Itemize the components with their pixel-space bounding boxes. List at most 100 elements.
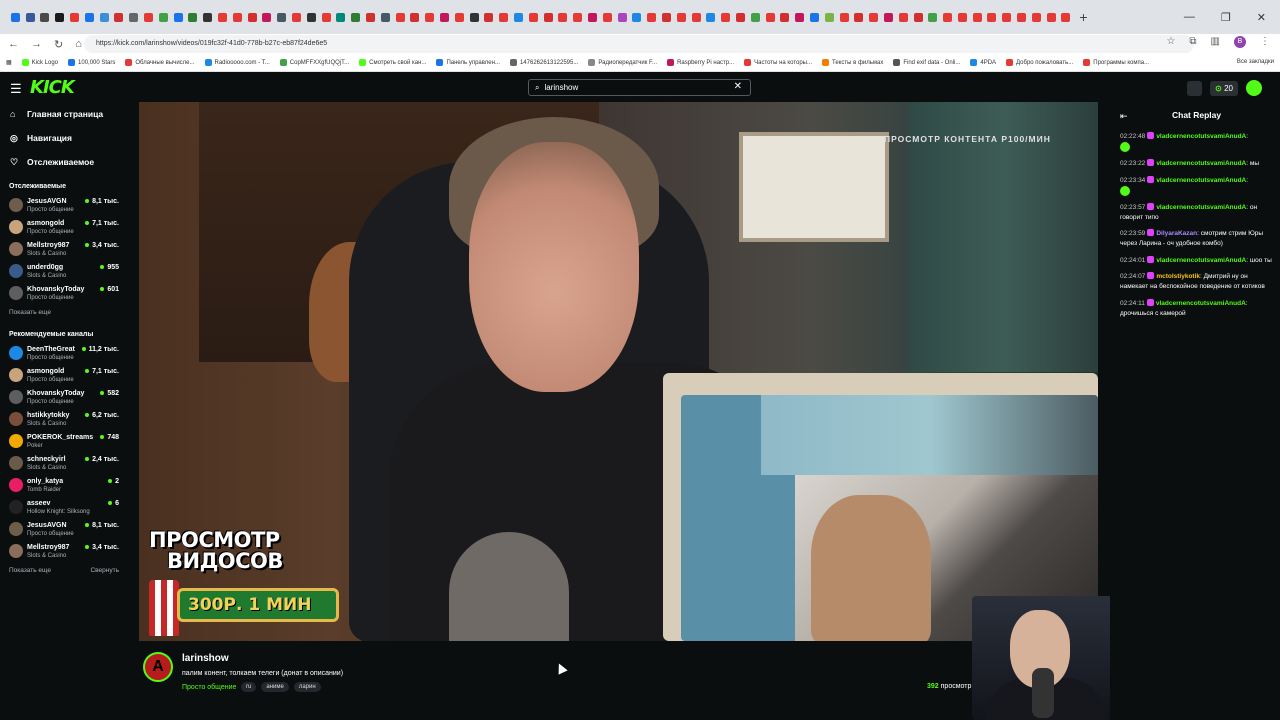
show-more-followed[interactable]: Показать еще [0,304,127,322]
browser-tab[interactable] [393,10,408,24]
browser-tab[interactable] [1044,10,1059,24]
browser-tab[interactable] [82,10,97,24]
bookmark-item[interactable]: 100,000 Stars [68,59,115,66]
browser-tab[interactable] [985,10,1000,24]
browser-tab[interactable] [718,10,733,24]
browser-tab[interactable] [200,10,215,24]
collapse-chat-icon[interactable]: ⇤ [1120,111,1128,122]
bookmark-item[interactable]: Смотреть свой кан... [359,59,426,66]
browser-tab[interactable] [437,10,452,24]
channel-item[interactable]: schneckyirl Slots & Casino 2,4 тыс. [0,452,127,474]
channel-item[interactable]: JesusAVGN Просто общение 8,1 тыс. [0,194,127,216]
browser-tab[interactable] [703,10,718,24]
browser-tab[interactable] [600,10,615,24]
browser-tab[interactable] [644,10,659,24]
channel-item[interactable]: KhovanskyToday Просто общение 601 [0,282,127,304]
chat-username[interactable]: vladcernencotutsvamiAnudA [1156,160,1246,167]
channel-item[interactable]: DeenTheGreat Просто общение 11,2 тыс. [0,342,127,364]
browser-tab[interactable] [289,10,304,24]
browser-tab[interactable] [378,10,393,24]
browser-tab[interactable] [67,10,82,24]
bookmark-item[interactable]: 1476262613122595... [509,59,578,66]
browser-tab[interactable] [215,10,230,24]
browser-tab[interactable] [555,10,570,24]
browser-tab[interactable] [304,10,319,24]
browser-tab[interactable] [570,10,585,24]
browser-tab[interactable] [999,10,1014,24]
chat-username[interactable]: vladcernencotutsvamiAnudA [1156,257,1246,264]
profile-avatar[interactable]: B [1234,36,1246,48]
browser-tab[interactable] [23,10,38,24]
channel-item[interactable]: JesusAVGN Просто общение 8,1 тыс. [0,518,127,540]
bookmark-item[interactable]: Тексты в фильмах [822,59,883,66]
bookmark-item[interactable]: Добро пожаловать... [1006,59,1073,66]
browser-tab[interactable] [1014,10,1029,24]
url-field[interactable]: https://kick.com/larinshow/videos/019fc3… [84,35,1194,53]
browser-tab[interactable] [186,10,201,24]
chat-username[interactable]: vladcernencotutsvamiAnudA [1156,177,1246,184]
browser-tab[interactable] [156,10,171,24]
browser-tab[interactable] [230,10,245,24]
browser-tab[interactable] [274,10,289,24]
sidebar-nav-item[interactable]: ♡ Отслеживаемое [10,150,127,174]
browser-tab[interactable] [615,10,630,24]
browser-tab[interactable] [112,10,127,24]
channel-item[interactable]: KhovanskyToday Просто общение 582 [0,386,127,408]
browser-tab[interactable] [334,10,349,24]
channel-item[interactable]: POKEROK_streams Poker 748 [0,430,127,452]
browser-tab[interactable] [97,10,112,24]
browser-tab[interactable] [777,10,792,24]
bookmark-item[interactable]: Radiooooo.com - T... [204,59,270,66]
browser-tab[interactable] [245,10,260,24]
browser-tab[interactable] [1029,10,1044,24]
stream-tag[interactable]: аниме [261,682,289,692]
channel-name[interactable]: larinshow [182,653,229,664]
stream-tag[interactable]: ru [241,682,257,692]
browser-tab[interactable] [851,10,866,24]
kick-logo[interactable]: KICK [30,77,75,98]
browser-tab[interactable] [763,10,778,24]
bookmark-item[interactable]: Kick Logo [21,59,58,66]
browser-tab[interactable] [363,10,378,24]
browser-tab[interactable] [748,10,763,24]
browser-tab[interactable] [896,10,911,24]
browser-tab[interactable] [541,10,556,24]
browser-tab[interactable] [629,10,644,24]
browser-tab[interactable] [452,10,467,24]
show-more-button[interactable]: Показать еще [9,567,51,574]
collapse-button[interactable]: Свернуть [90,562,119,580]
browser-tab[interactable] [674,10,689,24]
browser-tab[interactable] [659,10,674,24]
bookmark-item[interactable]: Программы компа... [1083,59,1149,66]
reload-icon[interactable]: ↻ [54,38,63,51]
bookmark-item[interactable]: CopMFFXXgfUQQjT... [279,59,349,66]
forward-icon[interactable]: → [31,38,42,51]
chat-username[interactable]: vladcernencotutsvamiAnudA [1156,204,1246,211]
browser-tab[interactable] [585,10,600,24]
stream-category[interactable]: Просто общение [182,684,236,691]
library-icon[interactable] [1187,80,1203,96]
browser-tab[interactable] [911,10,926,24]
channel-item[interactable]: Mellstroy987 Slots & Casino 3,4 тыс. [0,238,127,260]
stream-tag[interactable]: ларин [293,682,321,692]
browser-tab[interactable] [881,10,896,24]
points-badge[interactable]: ⊙ 20 [1210,80,1238,96]
bookmark-item[interactable]: Панель управлен... [436,59,500,66]
browser-tab[interactable] [733,10,748,24]
browser-tab[interactable] [171,10,186,24]
browser-tab[interactable] [422,10,437,24]
browser-tab[interactable] [1059,10,1074,24]
chat-username[interactable]: mctolstiykotik [1156,273,1200,280]
sidepanel-icon[interactable]: ▥ [1211,36,1220,48]
close-window-icon[interactable]: ✕ [1257,11,1266,24]
bookmark-item[interactable]: Find exif data - Onli... [893,59,960,66]
maximize-icon[interactable]: ❐ [1221,11,1231,24]
browser-tab[interactable] [52,10,67,24]
browser-tab[interactable] [970,10,985,24]
channel-avatar[interactable]: A [143,652,173,682]
browser-tab[interactable] [319,10,334,24]
new-tab-icon[interactable]: + [1079,9,1087,25]
chat-username[interactable]: vladcernencotutsvamiAnudA [1156,133,1246,140]
chat-username[interactable]: DilyaraKazan [1156,230,1197,237]
browser-tab[interactable] [126,10,141,24]
